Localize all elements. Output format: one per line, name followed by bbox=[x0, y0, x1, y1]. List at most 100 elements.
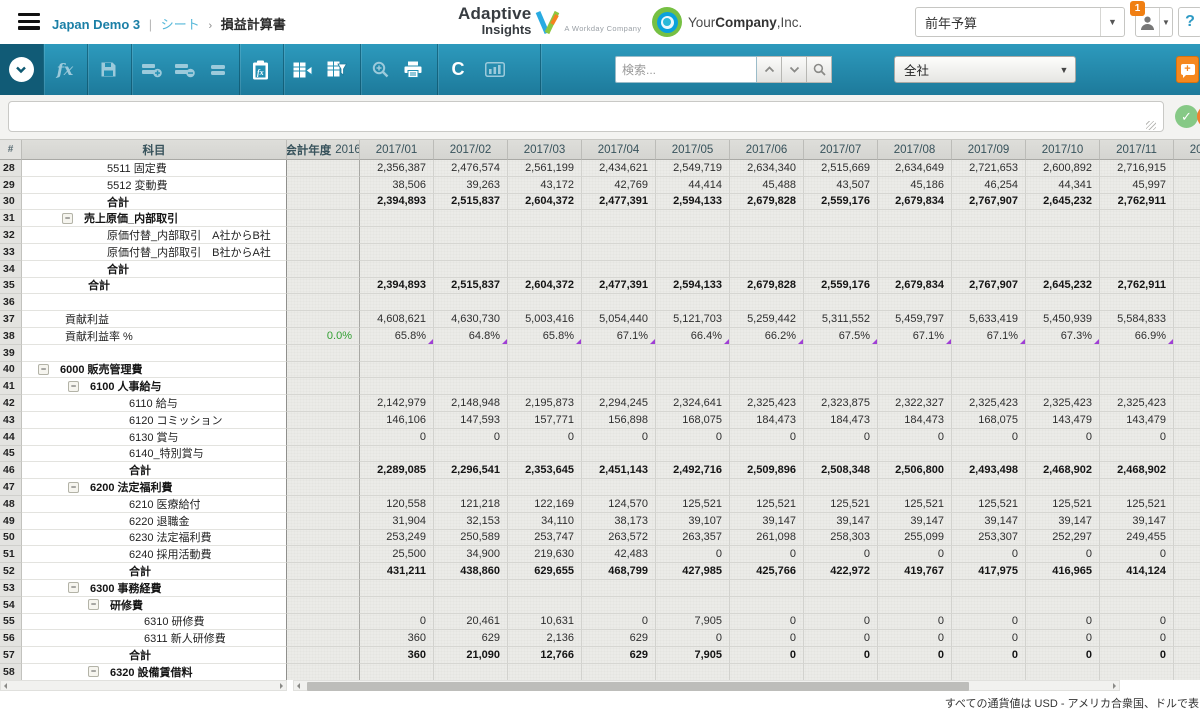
collapse-menu-button[interactable] bbox=[4, 44, 38, 95]
value-cell[interactable] bbox=[1174, 546, 1200, 563]
collapse-row-icon[interactable]: − bbox=[68, 381, 79, 392]
value-cell[interactable] bbox=[730, 378, 804, 395]
value-cell[interactable]: 42,483 bbox=[582, 546, 656, 563]
value-cell[interactable]: 360 bbox=[360, 630, 434, 647]
value-cell[interactable] bbox=[508, 345, 582, 362]
value-cell[interactable] bbox=[804, 261, 878, 278]
value-cell[interactable]: 422,972 bbox=[804, 563, 878, 580]
value-cell[interactable]: 125,521 bbox=[656, 496, 730, 513]
value-cell[interactable]: 0 bbox=[1100, 630, 1174, 647]
note-indicator-icon[interactable] bbox=[1094, 339, 1099, 344]
value-cell[interactable]: 67.1% bbox=[878, 328, 952, 345]
value-cell[interactable]: 2,325,423 bbox=[1026, 395, 1100, 412]
value-cell[interactable] bbox=[1100, 210, 1174, 227]
value-cell[interactable] bbox=[952, 378, 1026, 395]
value-cell[interactable] bbox=[360, 580, 434, 597]
value-cell[interactable]: 0 bbox=[952, 630, 1026, 647]
account-cell[interactable] bbox=[22, 345, 287, 362]
value-cell[interactable] bbox=[1174, 446, 1200, 463]
value-cell[interactable]: 124,570 bbox=[582, 496, 656, 513]
value-cell[interactable] bbox=[878, 345, 952, 362]
account-cell[interactable]: 5512 変動費 bbox=[22, 177, 287, 194]
print-button[interactable] bbox=[396, 44, 430, 95]
value-cell[interactable]: 0 bbox=[1026, 630, 1100, 647]
value-cell[interactable]: 184,473 bbox=[804, 412, 878, 429]
value-cell[interactable]: 45,186 bbox=[878, 177, 952, 194]
value-cell[interactable]: 219,630 bbox=[508, 546, 582, 563]
value-cell[interactable]: 39,147 bbox=[1100, 513, 1174, 530]
value-cell[interactable] bbox=[1026, 294, 1100, 311]
value-cell[interactable] bbox=[508, 244, 582, 261]
scroll-left-icon[interactable] bbox=[297, 683, 300, 689]
value-cell[interactable] bbox=[434, 227, 508, 244]
value-cell[interactable]: 0 bbox=[1100, 614, 1174, 631]
value-cell[interactable]: 0 bbox=[878, 614, 952, 631]
value-cell[interactable] bbox=[878, 294, 952, 311]
value-cell[interactable] bbox=[287, 429, 360, 446]
account-cell[interactable] bbox=[22, 294, 287, 311]
value-cell[interactable] bbox=[360, 244, 434, 261]
value-cell[interactable]: 2,762,911 bbox=[1100, 194, 1174, 211]
value-cell[interactable]: 0 bbox=[952, 546, 1026, 563]
value-cell[interactable] bbox=[804, 345, 878, 362]
value-cell[interactable]: 2,515,669 bbox=[804, 160, 878, 177]
value-cell[interactable]: 0 bbox=[730, 647, 804, 664]
org-level-selector[interactable]: 全社 ▼ bbox=[894, 56, 1076, 83]
value-cell[interactable]: 253,747 bbox=[508, 530, 582, 547]
value-cell[interactable] bbox=[656, 244, 730, 261]
value-cell[interactable] bbox=[1100, 446, 1174, 463]
value-cell[interactable] bbox=[1100, 362, 1174, 379]
value-cell[interactable]: 2,645,232 bbox=[1026, 194, 1100, 211]
value-cell[interactable] bbox=[878, 597, 952, 614]
value-cell[interactable] bbox=[878, 227, 952, 244]
account-cell[interactable]: −6100 人事給与 bbox=[22, 378, 287, 395]
value-cell[interactable] bbox=[287, 378, 360, 395]
note-indicator-icon[interactable] bbox=[1168, 339, 1173, 344]
value-cell[interactable] bbox=[287, 412, 360, 429]
value-cell[interactable]: 2,559,176 bbox=[804, 278, 878, 295]
value-cell[interactable] bbox=[656, 227, 730, 244]
value-cell[interactable]: 5,633,419 bbox=[952, 311, 1026, 328]
value-cell[interactable] bbox=[1174, 227, 1200, 244]
value-cell[interactable] bbox=[287, 210, 360, 227]
value-cell[interactable]: 629 bbox=[582, 630, 656, 647]
account-cell[interactable]: 6130 賞与 bbox=[22, 429, 287, 446]
value-cell[interactable] bbox=[1026, 446, 1100, 463]
value-cell[interactable]: 168,075 bbox=[656, 412, 730, 429]
value-cell[interactable] bbox=[952, 261, 1026, 278]
left-pane-scrollbar[interactable] bbox=[0, 680, 287, 691]
value-cell[interactable]: 20,461 bbox=[434, 614, 508, 631]
value-cell[interactable]: 2,515,837 bbox=[434, 194, 508, 211]
value-cell[interactable] bbox=[508, 294, 582, 311]
value-cell[interactable]: 261,098 bbox=[730, 530, 804, 547]
value-cell[interactable]: 263,572 bbox=[582, 530, 656, 547]
value-cell[interactable] bbox=[952, 294, 1026, 311]
value-cell[interactable] bbox=[1174, 479, 1200, 496]
value-cell[interactable] bbox=[1174, 412, 1200, 429]
value-cell[interactable]: 39,147 bbox=[804, 513, 878, 530]
value-cell[interactable] bbox=[508, 227, 582, 244]
value-cell[interactable] bbox=[804, 294, 878, 311]
value-cell[interactable]: 252,297 bbox=[1026, 530, 1100, 547]
collapse-row-icon[interactable]: − bbox=[68, 582, 79, 593]
value-cell[interactable]: 2,477,391 bbox=[582, 278, 656, 295]
account-cell[interactable]: 原価付替_内部取引 A社からB社 bbox=[22, 227, 287, 244]
value-cell[interactable]: 2,645,232 bbox=[1026, 278, 1100, 295]
value-cell[interactable] bbox=[1100, 664, 1174, 680]
value-cell[interactable] bbox=[434, 580, 508, 597]
value-cell[interactable] bbox=[287, 530, 360, 547]
value-cell[interactable] bbox=[360, 446, 434, 463]
value-cell[interactable] bbox=[878, 244, 952, 261]
value-cell[interactable] bbox=[804, 479, 878, 496]
value-cell[interactable]: 2,476,574 bbox=[434, 160, 508, 177]
value-cell[interactable] bbox=[360, 597, 434, 614]
value-cell[interactable]: 5,311,552 bbox=[804, 311, 878, 328]
value-cell[interactable] bbox=[360, 227, 434, 244]
value-cell[interactable]: 2,600,892 bbox=[1026, 160, 1100, 177]
value-cell[interactable]: 2,296,541 bbox=[434, 462, 508, 479]
value-cell[interactable]: 67.5% bbox=[804, 328, 878, 345]
value-cell[interactable] bbox=[1174, 160, 1200, 177]
value-cell[interactable] bbox=[656, 378, 730, 395]
value-cell[interactable] bbox=[878, 362, 952, 379]
value-cell[interactable]: 2,679,828 bbox=[730, 278, 804, 295]
